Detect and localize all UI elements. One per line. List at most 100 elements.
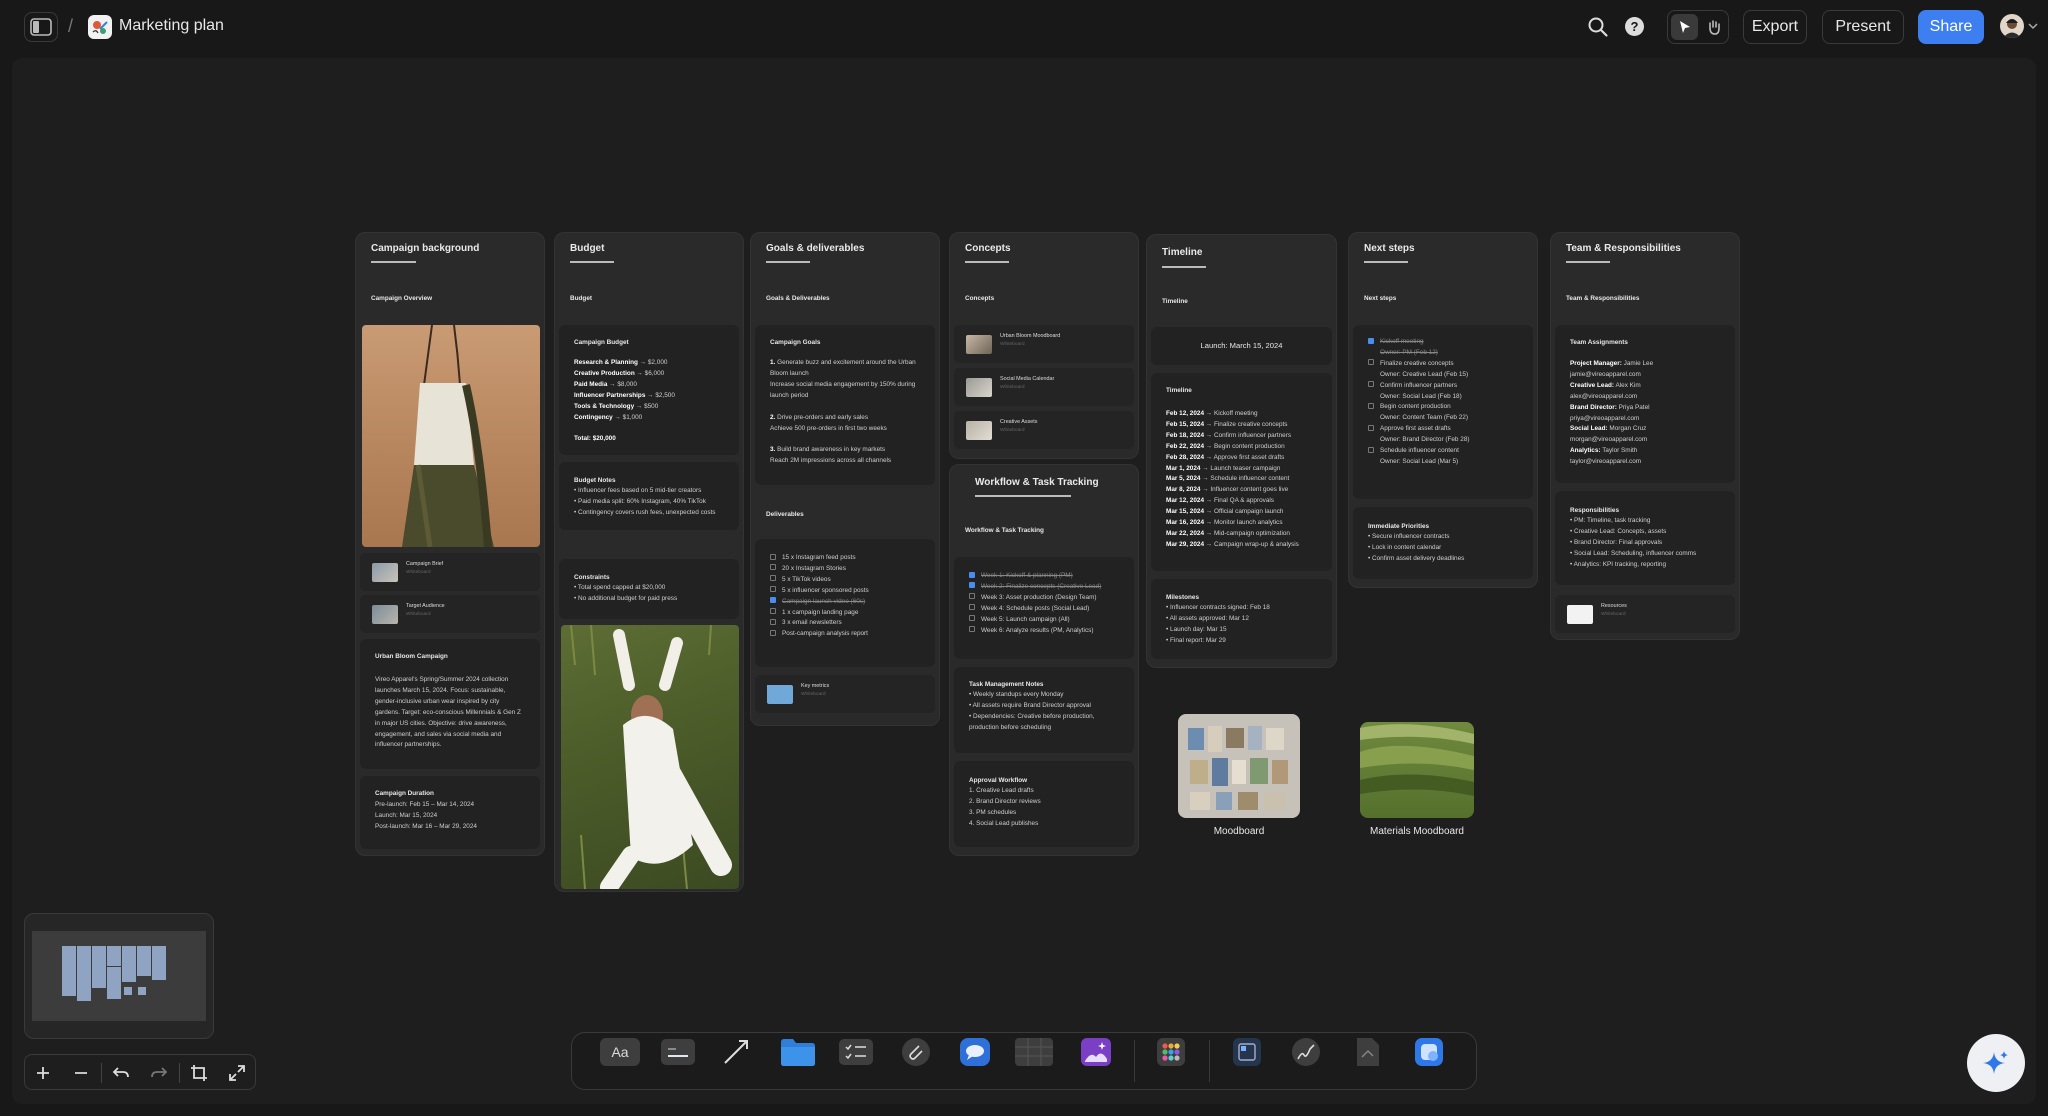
checklist-item[interactable]: 5 x TikTok videos	[770, 575, 929, 586]
file-card[interactable]: Creative Assets Whiteboard	[954, 411, 1134, 449]
fit-to-screen-button[interactable]	[189, 1063, 209, 1083]
board-title[interactable]: Budget	[570, 243, 604, 254]
checklist-card[interactable]: 15 x Instagram feed posts 20 x Instagram…	[755, 539, 935, 667]
image-tool[interactable]	[1076, 1034, 1116, 1070]
checklist-item[interactable]: Kickoff meeting	[1368, 337, 1527, 348]
board-goals-deliverables[interactable]: Goals & deliverables Goals & Deliverable…	[750, 232, 940, 726]
text-card[interactable]: Timeline Feb 12, 2024 → Kickoff meeting …	[1151, 373, 1332, 571]
help-button[interactable]: ?	[1625, 17, 1644, 36]
zoom-out-button[interactable]	[71, 1063, 91, 1083]
file-card[interactable]: Campaign Brief Whiteboard	[360, 553, 540, 591]
shapes-tool[interactable]	[1409, 1034, 1449, 1070]
budget-photo[interactable]	[561, 625, 739, 889]
checklist-item[interactable]: 15 x Instagram feed posts	[770, 553, 929, 564]
checklist-card[interactable]: Kickoff meeting Owner: PM (Feb 12) Final…	[1353, 325, 1533, 499]
text-card[interactable]: Campaign Goals 1. Generate buzz and exci…	[755, 325, 935, 485]
drawing-tool[interactable]	[1286, 1034, 1326, 1070]
file-card[interactable]: Social Media Calendar Whiteboard	[954, 368, 1134, 406]
search-button[interactable]	[1587, 16, 1609, 38]
board-workflow-task-tracking[interactable]: Workflow & Task Tracking Workflow & Task…	[949, 464, 1139, 856]
text-card[interactable]: Campaign Budget Research & Planning → $2…	[559, 325, 739, 455]
board-campaign-background[interactable]: Campaign background Campaign Overview Ca…	[355, 232, 545, 856]
whiteboard-canvas[interactable]: Campaign background Campaign Overview Ca…	[12, 58, 2036, 1104]
checklist-item[interactable]: Week 4: Schedule posts (Social Lead)	[969, 604, 1128, 615]
checklist-item[interactable]: 20 x Instagram Stories	[770, 564, 929, 575]
checklist-item[interactable]: Week 5: Launch campaign (All)	[969, 615, 1128, 626]
checklist-item[interactable]: Begin content production	[1368, 402, 1527, 413]
table-tool[interactable]	[1014, 1034, 1054, 1070]
minimap[interactable]	[24, 913, 214, 1039]
page-title[interactable]: Marketing plan	[119, 17, 224, 35]
user-avatar[interactable]	[2000, 14, 2024, 38]
text-card[interactable]: Team Assignments Project Manager: Jamie …	[1555, 325, 1735, 483]
export-button[interactable]: Export	[1743, 10, 1807, 44]
text-card[interactable]: Task Management Notes • Weekly standups …	[954, 667, 1134, 753]
document-tool[interactable]	[1348, 1034, 1388, 1070]
comment-tool[interactable]	[955, 1034, 995, 1070]
file-card[interactable]: Target Audience Whiteboard	[360, 595, 540, 633]
zoom-in-button[interactable]	[33, 1063, 53, 1083]
checklist-item[interactable]: Schedule influencer content	[1368, 446, 1527, 457]
folder-card[interactable]: Key metrics Whiteboard	[755, 675, 935, 713]
share-button[interactable]: Share	[1918, 10, 1984, 44]
resources-card[interactable]: Resources Whiteboard	[1555, 595, 1735, 633]
fullscreen-button[interactable]	[227, 1063, 247, 1083]
board-title[interactable]: Concepts	[965, 243, 1011, 254]
checklist-tool[interactable]	[836, 1034, 876, 1070]
text-card[interactable]: Approval Workflow 1. Creative Lead draft…	[954, 761, 1134, 847]
checklist-item[interactable]: Week 6: Analyze results (PM, Analytics)	[969, 626, 1128, 637]
checklist-item[interactable]: Finalize creative concepts	[1368, 359, 1527, 370]
present-button[interactable]: Present	[1822, 10, 1904, 44]
board-team-responsibilities[interactable]: Team & Responsibilities Team & Responsib…	[1550, 232, 1740, 640]
text-card[interactable]: Responsibilities • PM: Timeline, task tr…	[1555, 491, 1735, 585]
text-card[interactable]: Immediate Priorities • Secure influencer…	[1353, 507, 1533, 579]
campaign-photo[interactable]	[362, 325, 540, 547]
board-timeline[interactable]: Timeline Timeline Launch: March 15, 2024…	[1146, 234, 1337, 668]
folder-tool[interactable]	[778, 1034, 818, 1070]
text-tool[interactable]: Aa	[600, 1034, 640, 1070]
text-card[interactable]: Milestones • Influencer contracts signed…	[1151, 579, 1332, 659]
screenshot-tool[interactable]	[1227, 1034, 1267, 1070]
redo-button[interactable]	[149, 1063, 169, 1083]
checklist-item[interactable]: Approve first asset drafts	[1368, 424, 1527, 435]
checklist-item[interactable]: 1 x campaign landing page	[770, 608, 929, 619]
pan-tool-button[interactable]	[1700, 14, 1727, 40]
board-title[interactable]: Timeline	[1162, 247, 1202, 258]
apps-tool[interactable]	[1151, 1034, 1191, 1070]
checklist-item[interactable]: Confirm influencer partners	[1368, 381, 1527, 392]
board-title[interactable]: Goals & deliverables	[766, 243, 864, 254]
checklist-item[interactable]: Campaign launch video (60s)	[770, 597, 929, 608]
checklist-item[interactable]: Week 1: Kickoff & planning (PM)	[969, 571, 1128, 582]
select-tool-button[interactable]	[1671, 14, 1698, 40]
sidebar-toggle-button[interactable]	[24, 12, 58, 42]
board-budget[interactable]: Budget Budget Campaign Budget Research &…	[554, 232, 744, 892]
checklist-item[interactable]: 5 x influencer sponsored posts	[770, 586, 929, 597]
board-next-steps[interactable]: Next steps Next steps Kickoff meeting Ow…	[1348, 232, 1538, 588]
attachment-tool[interactable]	[896, 1034, 936, 1070]
checklist-item[interactable]: Week 3: Asset production (Design Team)	[969, 593, 1128, 604]
chevron-down-icon[interactable]	[2028, 22, 2038, 30]
ai-assistant-button[interactable]	[1967, 1034, 2025, 1092]
text-card[interactable]: Constraints • Total spend capped at $20,…	[559, 559, 739, 619]
text-card[interactable]: Budget Notes • Influencer fees based on …	[559, 462, 739, 530]
checklist-card[interactable]: Week 1: Kickoff & planning (PM) Week 2: …	[954, 557, 1134, 659]
file-card[interactable]: Urban Bloom Moodboard Whiteboard	[954, 325, 1134, 363]
sticky-note-tool[interactable]	[658, 1034, 698, 1070]
board-title[interactable]: Team & Responsibilities	[1566, 243, 1681, 254]
board-title[interactable]: Campaign background	[371, 243, 479, 254]
checklist-item[interactable]: Post-campaign analysis report	[770, 629, 929, 640]
text-card[interactable]: Campaign Duration Pre-launch: Feb 15 – M…	[360, 776, 540, 849]
checklist-item[interactable]: 3 x email newsletters	[770, 618, 929, 629]
board-title[interactable]: Workflow & Task Tracking	[975, 477, 1099, 488]
text-card[interactable]: Urban Bloom Campaign Vireo Apparel's Spr…	[360, 639, 540, 769]
materials-moodboard-label[interactable]: Materials Moodboard	[1332, 826, 1502, 837]
line-tool[interactable]	[716, 1034, 756, 1070]
undo-button[interactable]	[111, 1063, 131, 1083]
board-title[interactable]: Next steps	[1364, 243, 1415, 254]
moodboard-folder[interactable]	[1178, 714, 1300, 818]
board-concepts[interactable]: Concepts Concepts Urban Bloom Moodboard …	[949, 232, 1139, 459]
checklist-item[interactable]: Week 2: Finalize concepts (Creative Lead…	[969, 582, 1128, 593]
materials-moodboard-folder[interactable]	[1360, 722, 1474, 818]
launch-card[interactable]: Launch: March 15, 2024	[1151, 327, 1332, 365]
moodboard-label[interactable]: Moodboard	[1152, 826, 1326, 837]
